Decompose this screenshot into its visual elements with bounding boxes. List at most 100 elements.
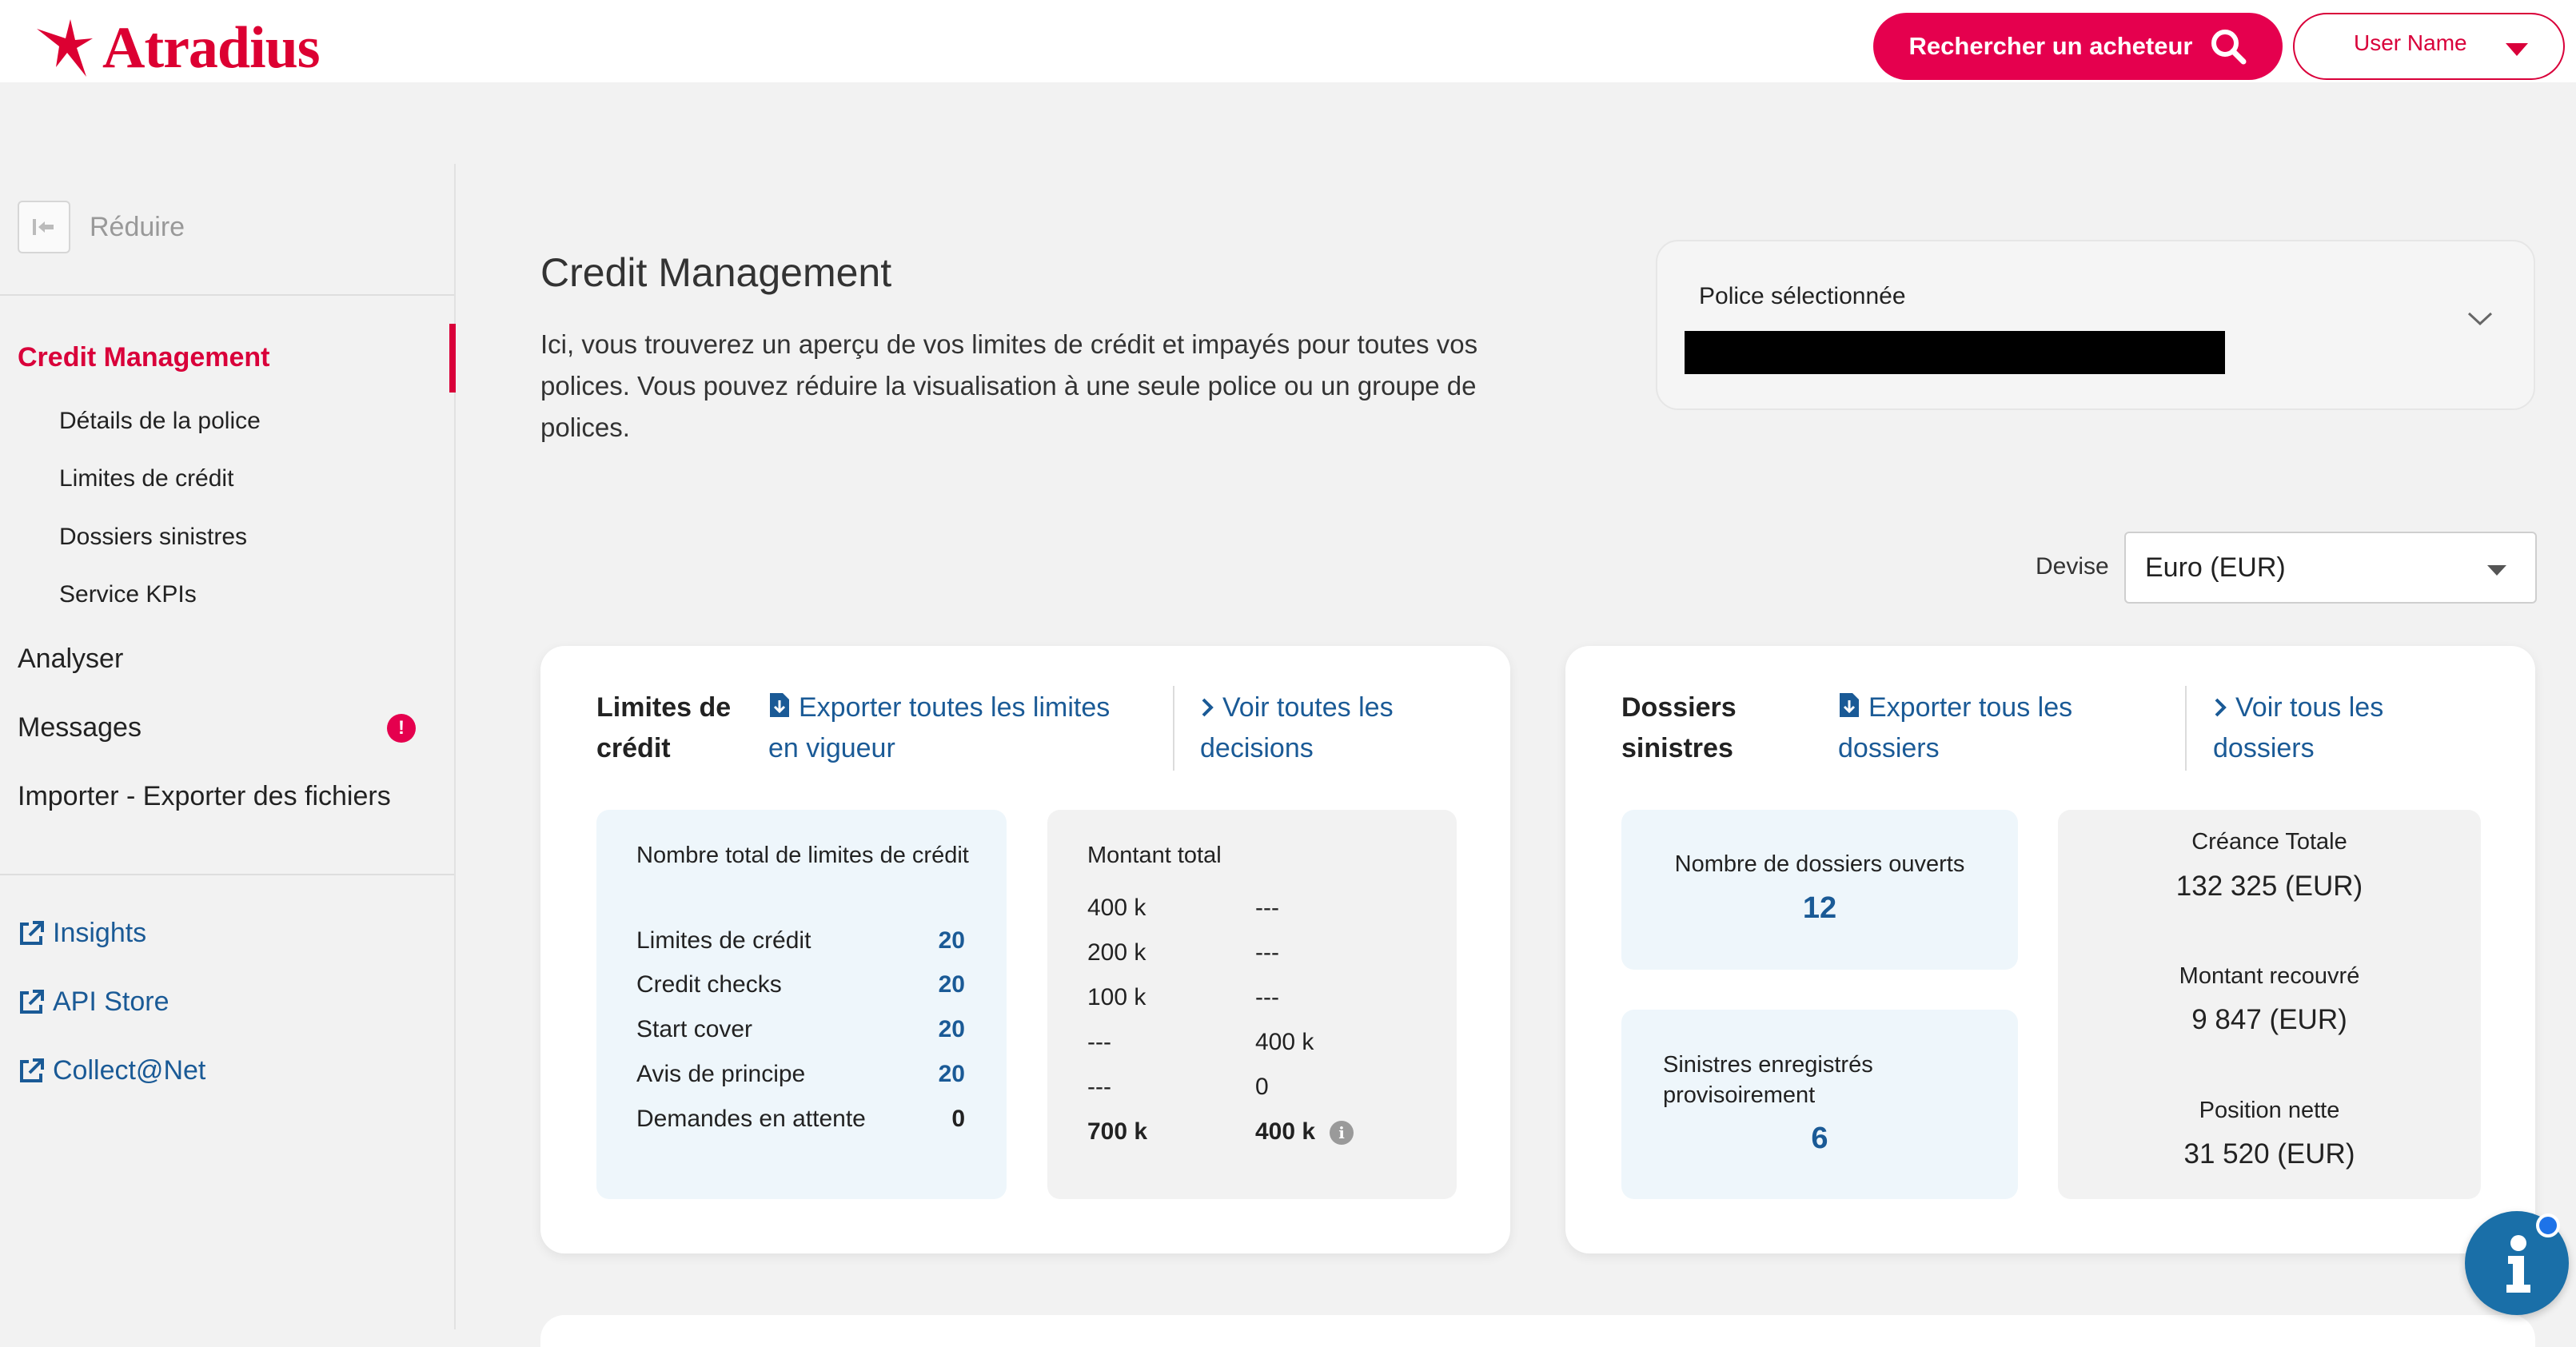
view-decisions-label: Voir toutes les xyxy=(1222,692,1394,723)
user-name: User Name xyxy=(2354,30,2467,55)
provisional-claims-label: Sinistres enregistrés provisoirement xyxy=(1663,1052,1873,1108)
open-claims-count: 12 xyxy=(1802,891,1837,925)
chevron-down-icon xyxy=(2506,43,2528,56)
policy-label: Police sélectionnée xyxy=(1699,283,1906,309)
credit-limits-totals-panel: Nombre total de limites de crédit Limite… xyxy=(596,810,1007,1199)
view-claims-label-2: dossiers xyxy=(2213,733,2315,763)
view-claims-label: Voir tous les xyxy=(2235,692,2384,723)
export-limits-label: Exporter toutes les limites xyxy=(799,692,1111,723)
sidebar-link-api-store[interactable]: API Store xyxy=(18,986,169,1018)
logo-text: Atradius xyxy=(102,15,321,81)
summary-value: 132 325 (EUR) xyxy=(2175,871,2363,902)
amount-cell: 200 k xyxy=(1087,939,1146,966)
top-header: Atradius Rechercher un acheteur User Nam… xyxy=(0,0,2576,82)
summary-label: Montant recouvré xyxy=(2179,963,2360,989)
search-buyer-label: Rechercher un acheteur xyxy=(1908,32,2193,60)
collect-net-label: Collect@Net xyxy=(53,1055,206,1086)
open-claims-panel[interactable]: Nombre de dossiers ouverts 12 xyxy=(1621,810,2018,970)
summary-label: Position nette xyxy=(2199,1098,2340,1123)
amount-title: Montant total xyxy=(1087,843,1222,868)
notification-dot xyxy=(2536,1213,2560,1237)
search-icon xyxy=(2211,30,2247,65)
view-decisions-label-2: decisions xyxy=(1200,733,1314,763)
next-card-partial xyxy=(540,1315,2535,1347)
atradius-logo[interactable]: Atradius xyxy=(35,15,321,81)
page-description: Ici, vous trouverez un aperçu de vos lim… xyxy=(540,329,1478,442)
sidebar-item-import-export[interactable]: Importer - Exporter des fichiers xyxy=(18,781,391,812)
export-claims-label: Exporter tous les xyxy=(1868,692,2073,723)
view-all-claims-link[interactable]: Voir tous les dossiers xyxy=(2213,687,2383,769)
row-value[interactable]: 20 xyxy=(939,1061,965,1088)
sidebar-divider xyxy=(0,294,454,296)
total-amount-panel: Montant total 400 k --- 200 k --- 100 k … xyxy=(1047,810,1457,1199)
row-label: Limites de crédit xyxy=(636,927,811,954)
sidebar-link-insights[interactable]: Insights xyxy=(18,918,146,949)
row-value: 0 xyxy=(951,1106,965,1132)
card-title-line: Limites de xyxy=(596,692,732,723)
totals-title: Nombre total de limites de crédit xyxy=(636,843,969,868)
summary-label: Créance Totale xyxy=(2191,829,2347,855)
amount-cell: --- xyxy=(1087,1074,1111,1100)
collapse-icon xyxy=(18,201,70,253)
amount-cell: 400 k xyxy=(1255,1029,1314,1055)
insights-label: Insights xyxy=(53,918,147,948)
sidebar-subitem-service-kpis[interactable]: Service KPIs xyxy=(59,581,197,608)
sidebar-link-collect-net[interactable]: Collect@Net xyxy=(18,1055,205,1086)
export-all-limits-link[interactable]: Exporter toutes les limites en vigueur xyxy=(768,687,1110,769)
search-buyer-button[interactable]: Rechercher un acheteur xyxy=(1873,13,2283,80)
amount-total-cell: 400 k xyxy=(1255,1118,1316,1145)
sidebar-subitem-credit-limits[interactable]: Limites de crédit xyxy=(59,465,233,492)
provisional-claims-panel[interactable]: Sinistres enregistrés provisoirement 6 xyxy=(1621,1010,2018,1199)
alert-icon: ! xyxy=(387,714,416,743)
amount-cell: --- xyxy=(1087,1029,1111,1055)
row-label: Start cover xyxy=(636,1016,753,1042)
api-store-label: API Store xyxy=(53,986,169,1017)
sidebar-item-messages[interactable]: Messages xyxy=(18,712,142,743)
card-title-line: sinistres xyxy=(1621,733,1733,763)
credit-limits-card-title: Limites de crédit xyxy=(596,687,731,769)
info-icon[interactable]: i xyxy=(1330,1121,1354,1145)
page-title: Credit Management xyxy=(540,250,892,295)
sidebar-subitem-claims[interactable]: Dossiers sinistres xyxy=(59,524,247,551)
external-link-icon xyxy=(20,989,44,1014)
download-file-icon xyxy=(1840,693,1859,717)
amount-cell: 400 k xyxy=(1087,895,1146,921)
sidebar-divider xyxy=(0,874,454,875)
redacted-policy-value xyxy=(1685,331,2225,374)
amount-cell: --- xyxy=(1255,984,1279,1010)
card-title-line: Dossiers xyxy=(1621,692,1737,723)
row-label: Credit checks xyxy=(636,971,782,998)
currency-value: Euro (EUR) xyxy=(2145,552,2286,583)
amount-cell: --- xyxy=(1255,895,1279,921)
user-menu-button[interactable]: User Name xyxy=(2293,13,2565,80)
amount-cell: 100 k xyxy=(1087,984,1146,1010)
chevron-down-icon xyxy=(2487,565,2506,576)
summary-value: 9 847 (EUR) xyxy=(2191,1004,2347,1035)
currency-label: Devise xyxy=(2036,553,2109,580)
chevron-right-icon xyxy=(1202,698,1214,717)
download-file-icon xyxy=(770,693,789,717)
collapse-sidebar-button[interactable]: Réduire xyxy=(18,201,185,253)
view-all-decisions-link[interactable]: Voir toutes les decisions xyxy=(1200,687,1394,769)
link-divider xyxy=(2185,686,2187,771)
sidebar-subitem-policy-details[interactable]: Détails de la police xyxy=(59,408,261,435)
open-claims-label: Nombre de dossiers ouverts xyxy=(1674,851,1965,877)
policy-selector[interactable]: Police sélectionnée xyxy=(1656,240,2535,410)
sidebar: Réduire Credit Management Détails de la … xyxy=(0,164,456,1329)
claims-card: Dossiers sinistres Exporter tous les dos… xyxy=(1565,646,2535,1253)
credit-limits-card: Limites de crédit Exporter toutes les li… xyxy=(540,646,1510,1253)
row-value[interactable]: 20 xyxy=(939,1016,965,1043)
sidebar-item-analyser[interactable]: Analyser xyxy=(18,644,123,675)
active-indicator xyxy=(449,324,456,393)
row-label: Demandes en attente xyxy=(636,1106,866,1132)
row-value[interactable]: 20 xyxy=(939,927,965,954)
export-all-claims-link[interactable]: Exporter tous les dossiers xyxy=(1838,687,2072,769)
claims-card-title: Dossiers sinistres xyxy=(1621,687,1737,769)
currency-select[interactable]: Euro (EUR) xyxy=(2124,532,2537,604)
amount-cell: 0 xyxy=(1255,1074,1269,1100)
row-value[interactable]: 20 xyxy=(939,971,965,998)
export-claims-label-2: dossiers xyxy=(1838,733,1940,763)
link-divider xyxy=(1173,686,1174,771)
sidebar-item-credit-management[interactable]: Credit Management xyxy=(18,342,270,373)
chevron-down-icon xyxy=(2467,312,2493,326)
